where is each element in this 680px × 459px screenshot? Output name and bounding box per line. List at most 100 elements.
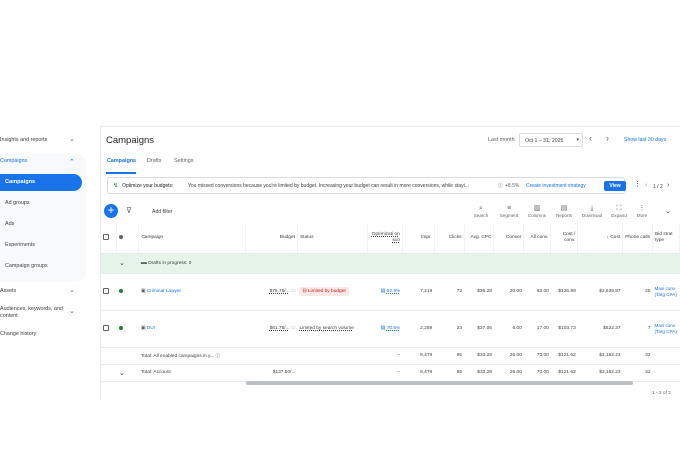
help-icon[interactable]: ⓘ (215, 354, 220, 359)
sidebar-item-change-history[interactable]: Change history (0, 331, 84, 337)
more-button[interactable]: ⋮ More (628, 205, 656, 218)
columns-button[interactable]: ▥ Columns (523, 205, 551, 218)
col-bid-strategy-type[interactable]: Bid strat type (652, 223, 680, 254)
table-row[interactable]: ▣ DUI $61.75/... ▭ Limited by search vol… (101, 310, 680, 348)
download-icon: ⤓ (590, 205, 594, 212)
expand-drafts-icon[interactable]: ⌄ (116, 253, 139, 274)
sidebar-item-audiences[interactable]: Audiences, keywords, and content (0, 306, 64, 319)
sidebar-item-campaign-groups[interactable]: Campaign groups (5, 263, 89, 269)
add-filter-button[interactable]: Add filter (152, 209, 172, 215)
help-icon[interactable]: ⓘ (498, 182, 503, 189)
toolbar-label: Reports (555, 213, 573, 218)
tab-campaigns[interactable]: Campaigns (107, 158, 136, 164)
sidebar-item-campaigns[interactable]: Campaigns (0, 174, 82, 191)
download-button[interactable]: ⤓ Download (578, 205, 606, 218)
campaign-name-cell[interactable]: ▣ DUI (138, 310, 246, 348)
add-campaign-button[interactable]: + (104, 204, 118, 218)
tab-settings[interactable]: Settings (174, 158, 193, 164)
select-all-checkbox[interactable] (103, 233, 109, 240)
col-phone-calls[interactable]: Phone calls (622, 223, 653, 254)
bid-strategy-cell[interactable]: Maxi conv (Targ CPA) (652, 310, 680, 348)
toolbar-label: Download (581, 213, 603, 218)
col-conversions[interactable]: Conver (493, 223, 525, 254)
status-dot-icon (119, 234, 124, 239)
enabled-status-icon (118, 288, 123, 293)
warning-icon: ⊟ (302, 289, 307, 294)
more-vert-icon: ⋮ (638, 205, 646, 212)
sidebar-item-label: Ad groups (5, 200, 30, 206)
sidebar-item-ads[interactable]: Ads (5, 221, 89, 227)
budget-value: $75.75/... (269, 289, 290, 294)
total-cost-cell: $3,162.23 (577, 364, 623, 382)
row-checkbox[interactable] (103, 287, 109, 294)
table-row[interactable]: ▣ Criminal Lawyer $75.75/... ▭ ⊟ Limited… (101, 273, 680, 311)
budget-cell[interactable]: $75.75/... ▭ (245, 273, 298, 311)
col-clicks[interactable]: Clicks (434, 223, 465, 254)
recommendation-icon: ↯ (113, 183, 119, 189)
opt-score-cell[interactable]: ▤ 70.5% (367, 310, 403, 348)
col-optimization-score[interactable]: Optimizati on sco (367, 223, 403, 254)
col-budget[interactable]: Budget (245, 223, 298, 254)
drafts-row[interactable]: ⌄ ▬ Drafts in progress: 0 (101, 253, 680, 274)
status-cell[interactable]: Limited by search volume (297, 310, 368, 348)
horizontal-scrollbar[interactable] (246, 381, 633, 385)
campaign-name[interactable]: DUI (147, 326, 155, 331)
chevron-down-icon[interactable]: ⌄ (69, 286, 75, 294)
previous-period-icon[interactable]: ‹ (589, 133, 592, 143)
expand-total-icon[interactable]: ⌄ (116, 364, 139, 382)
show-last-30-days-label: Show last 30 days (624, 137, 667, 143)
collapse-toolbar-icon[interactable]: ⌄ (665, 207, 671, 215)
col-cost-per-conv[interactable]: Cost / conv. (550, 223, 579, 254)
edit-budget-icon[interactable]: ▭ (291, 326, 296, 331)
tab-drafts[interactable]: Drafts (147, 158, 161, 164)
chevron-down-icon[interactable]: ⌄ (69, 135, 75, 143)
sidebar-item-ad-groups[interactable]: Ad groups (5, 200, 89, 206)
col-avg-cpc[interactable]: Avg. CPC (464, 223, 495, 254)
status-cell[interactable]: ⊟ Limited by budget (297, 273, 368, 311)
opt-score-value: 52.9% (386, 289, 401, 294)
status-badge: ⊟ Limited by budget (299, 287, 349, 296)
cost-per-conv-cell: $126.99 (550, 273, 578, 311)
drafts-label: Drafts in progress: 0 (148, 261, 192, 266)
campaign-name[interactable]: Criminal Lawyer (147, 289, 181, 294)
campaigns-table: Campaign Budget Status Optimizati on sco… (101, 223, 680, 382)
impressions-cell: 2,259 (402, 310, 435, 348)
chevron-down-icon[interactable]: ⌄ (69, 307, 75, 315)
next-period-icon[interactable]: › (606, 133, 609, 143)
previous-recommendation-icon[interactable]: ‹ (645, 182, 647, 189)
segment-button[interactable]: ≡ Segment (495, 205, 523, 218)
clicks-cell: 23 (434, 310, 465, 348)
date-range-select[interactable]: Oct 1 – 31, 2025 ▾ (519, 133, 583, 147)
col-all-conv[interactable]: All conv. (523, 223, 552, 254)
col-campaign[interactable]: Campaign (138, 223, 247, 254)
next-recommendation-icon[interactable]: › (667, 182, 669, 189)
search-button[interactable]: ⌕ Search (467, 205, 495, 218)
col-impressions[interactable]: Impr. (402, 223, 435, 254)
row-checkbox[interactable] (103, 324, 109, 331)
col-cost[interactable]: ↓ Cost (577, 223, 624, 254)
filter-icon[interactable]: ⊽ (126, 206, 132, 215)
bid-strategy-cell[interactable]: Maxi conv (Targ CPA) (652, 273, 680, 311)
all-conv-cell: 53.00 (523, 273, 551, 311)
campaign-name-cell[interactable]: ▣ Criminal Lawyer (138, 273, 246, 311)
opt-score-cell[interactable]: ▤ 52.9% (367, 273, 403, 311)
edit-budget-icon[interactable]: ▭ (291, 289, 296, 294)
total-row: Total: All enabled campaigns in y... ⓘ -… (101, 347, 680, 365)
more-vert-icon[interactable]: ⋮ (634, 180, 641, 188)
plus-icon: + (107, 203, 115, 217)
opt-score-value: 70.5% (386, 326, 401, 331)
budget-cell[interactable]: $61.75/... ▭ (245, 310, 298, 348)
reports-button[interactable]: ▤ Reports (550, 205, 578, 218)
columns-icon: ▥ (533, 205, 541, 212)
total-clicks-cell: 95 (434, 364, 465, 382)
show-last-30-days-link[interactable]: Show last 30 days (624, 137, 666, 143)
view-button[interactable]: View (604, 181, 626, 191)
sidebar-item-experiments[interactable]: Experiments (5, 242, 89, 248)
create-investment-strategy-link[interactable]: Create investment strategy (526, 183, 586, 189)
dropdown-arrow-icon: ▾ (576, 137, 579, 143)
total-account-row: ⌄ Total: Account $137.50/... -- 9,478 95… (101, 364, 680, 382)
conversions-cell: 20.00 (493, 273, 524, 311)
search-icon: ⌕ (479, 205, 483, 212)
col-status[interactable]: Status (297, 223, 368, 254)
chevron-up-icon[interactable]: ⌃ (69, 158, 75, 166)
